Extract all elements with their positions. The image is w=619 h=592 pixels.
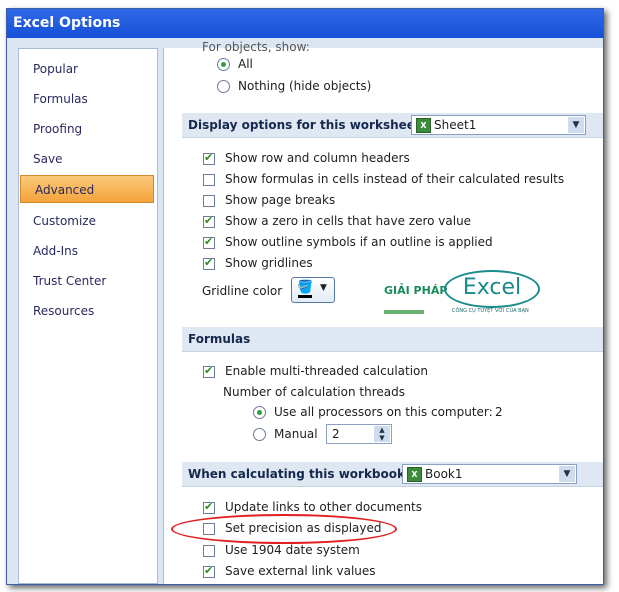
- checkbox-label: Show outline symbols if an outline is ap…: [225, 235, 493, 249]
- sidebar-item-resources[interactable]: Resources: [19, 297, 155, 325]
- logo-text-left: GIẢI PHÁP: [384, 284, 448, 297]
- processor-count: 2: [495, 405, 503, 419]
- excel-options-window: Excel Options Popular Formulas Proofing …: [6, 8, 604, 585]
- radio-all[interactable]: [217, 58, 230, 71]
- checkbox-label: Show row and column headers: [225, 151, 410, 165]
- paint-bucket-icon: 🪣: [297, 280, 314, 295]
- radio-manual[interactable]: [253, 428, 266, 441]
- spinner-arrows-icon[interactable]: ▲ ▼: [374, 426, 390, 442]
- sidebar-item-advanced[interactable]: Advanced: [20, 175, 154, 203]
- sheet-value: Sheet1: [434, 118, 477, 132]
- radio-nothing-label: Nothing (hide objects): [238, 79, 372, 93]
- radio-all-label: All: [238, 57, 253, 71]
- chevron-down-icon[interactable]: ▼: [559, 466, 575, 482]
- checkbox-2[interactable]: [203, 195, 215, 207]
- checkbox-label: Show page breaks: [225, 193, 336, 207]
- manual-label: Manual: [274, 427, 318, 441]
- checkbox-label: Use 1904 date system: [225, 542, 360, 557]
- highlight-ellipse: [171, 514, 397, 544]
- sidebar-item-popular[interactable]: Popular: [19, 55, 155, 83]
- checkbox-label: Save external link values: [225, 563, 376, 578]
- checkbox-label: Show gridlines: [225, 256, 313, 270]
- radio-use-all-processors[interactable]: [253, 406, 266, 419]
- sidebar-item-customize[interactable]: Customize: [19, 207, 155, 235]
- window-title: Excel Options: [7, 9, 603, 38]
- checkbox-1[interactable]: [203, 174, 215, 186]
- sidebar-item-formulas[interactable]: Formulas: [19, 85, 155, 113]
- manual-value: 2: [332, 427, 340, 441]
- gridline-color-label: Gridline color: [202, 284, 283, 298]
- sidebar: Popular Formulas Proofing Save Advanced …: [18, 48, 158, 584]
- formulas-section-header: Formulas: [182, 327, 603, 352]
- sidebar-item-trust-center[interactable]: Trust Center: [19, 267, 155, 295]
- checkbox-label: Update links to other documents: [225, 500, 423, 514]
- multithread-label: Enable multi-threaded calculation: [225, 364, 428, 378]
- checkbox-3[interactable]: [203, 214, 215, 228]
- formulas-heading: Formulas: [188, 332, 251, 346]
- sheet-dropdown[interactable]: X Sheet1 ▼: [411, 115, 586, 135]
- workbook-icon: X: [407, 467, 422, 482]
- objects-heading: For objects, show:: [202, 40, 310, 54]
- dropdown-arrow-icon: ▼: [320, 283, 327, 293]
- options-panel: For objects, show: All Nothing (hide obj…: [163, 40, 603, 584]
- color-swatch: [298, 295, 312, 298]
- sidebar-item-add-ins[interactable]: Add-Ins: [19, 237, 155, 265]
- checkbox-0[interactable]: [203, 151, 215, 165]
- display-heading: Display options for this worksheet:: [188, 118, 426, 132]
- workbook-dropdown[interactable]: X Book1 ▼: [402, 464, 577, 484]
- logo: GIẢI PHÁP Excel CÔNG CỤ TUYỆT VỜI CỦA BẠ…: [382, 268, 547, 320]
- checkbox-label: Show formulas in cells instead of their …: [225, 172, 565, 186]
- workbook-value: Book1: [425, 467, 463, 481]
- logo-tagline: CÔNG CỤ TUYỆT VỜI CỦA BẠN: [452, 308, 529, 314]
- chevron-down-icon[interactable]: ▼: [568, 117, 584, 133]
- sidebar-item-proofing[interactable]: Proofing: [19, 115, 155, 143]
- threads-label: Number of calculation threads: [223, 385, 405, 399]
- checkbox-3[interactable]: [203, 564, 215, 578]
- sheet-icon: X: [416, 118, 431, 133]
- gridline-color-picker[interactable]: 🪣 ▼: [291, 277, 335, 303]
- checkbox-multithread[interactable]: [203, 364, 215, 378]
- radio-nothing[interactable]: [217, 80, 230, 93]
- sidebar-item-save[interactable]: Save: [19, 145, 155, 173]
- checkbox-0[interactable]: [203, 500, 215, 514]
- checkbox-4[interactable]: [203, 235, 215, 249]
- logo-bar: [384, 310, 424, 314]
- logo-brand: Excel: [444, 270, 540, 308]
- checkbox-label: Show a zero in cells that have zero valu…: [225, 214, 472, 228]
- checkbox-2[interactable]: [203, 544, 215, 557]
- checkbox-5[interactable]: [203, 256, 215, 270]
- manual-threads-spinner[interactable]: 2 ▲ ▼: [326, 424, 392, 444]
- use-all-label: Use all processors on this computer:: [274, 405, 493, 419]
- workbook-heading: When calculating this workbook:: [188, 467, 410, 481]
